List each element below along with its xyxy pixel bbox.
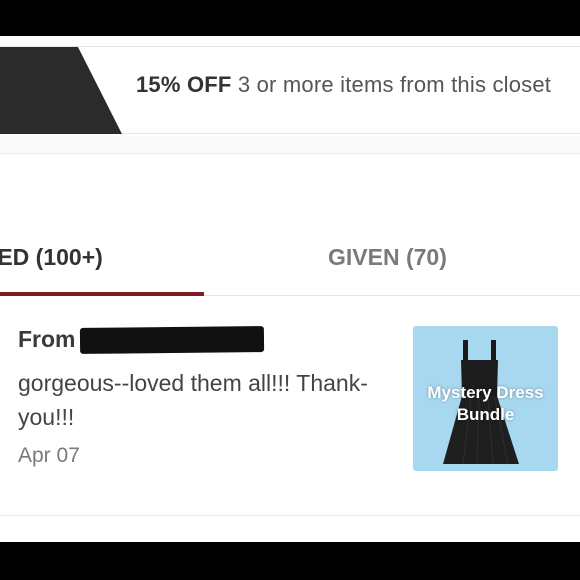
discount-banner[interactable]: 15% OFF 3 or more items from this closet bbox=[0, 46, 580, 134]
banner-text: 15% OFF 3 or more items from this closet bbox=[136, 69, 556, 101]
tab-given[interactable]: GIVEN (70) bbox=[328, 244, 488, 296]
tab-received[interactable]: VED (100+) bbox=[0, 244, 204, 296]
banner-discount: 15% OFF bbox=[136, 72, 232, 97]
review-date: Apr 07 bbox=[18, 444, 80, 467]
tab-given-label: GIVEN (70) bbox=[328, 244, 447, 270]
review-from: From bbox=[18, 326, 76, 360]
listing-thumbnail[interactable]: Mystery Dress Bundle bbox=[413, 326, 558, 471]
thumbnail-caption: Mystery Dress Bundle bbox=[427, 383, 544, 424]
from-label: From bbox=[18, 326, 76, 352]
redacted-username bbox=[79, 326, 265, 354]
review-item[interactable]: From gorgeous--loved them all!!! Thank-y… bbox=[0, 298, 580, 516]
app-screen: 15% OFF 3 or more items from this closet… bbox=[0, 36, 580, 542]
banner-detail: 3 or more items from this closet bbox=[237, 72, 552, 97]
review-text: gorgeous--loved them all!!! Thank-you!!! bbox=[18, 370, 368, 430]
section-divider bbox=[0, 136, 580, 154]
tab-received-label: VED (100+) bbox=[0, 244, 103, 270]
active-tab-indicator bbox=[0, 292, 204, 296]
banner-graphic bbox=[0, 47, 122, 134]
love-notes-tabs: VED (100+) GIVEN (70) bbox=[0, 226, 580, 296]
